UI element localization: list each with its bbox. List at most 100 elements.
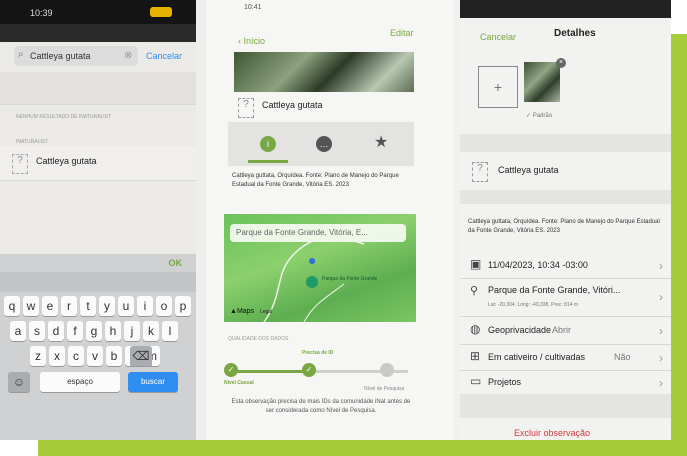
geoprivacy-row[interactable]: ◍ Geoprivacidade Abrir › [460, 316, 671, 345]
key-j[interactable]: j [124, 321, 140, 341]
keyboard: OK qwertyuiopasdfghjklzxcvbnm ☺ espaço b… [0, 254, 196, 440]
globe-icon: ◍ [470, 322, 481, 336]
date-row[interactable]: ▣ 11/04/2023, 10:34 -03:00 › [460, 252, 671, 279]
key-p[interactable]: p [175, 296, 191, 316]
list-item[interactable]: ? Cattleya gutata [0, 146, 196, 181]
photo-thumbnail[interactable] [524, 62, 560, 102]
battery-icon [150, 7, 172, 17]
quality-step-3-label: Nível de Pesquisa [364, 386, 405, 392]
default-photo-caption: ✓ Padrão [526, 113, 553, 119]
section-header: INATURALIST [16, 139, 49, 145]
cancel-button[interactable]: Cancelar [146, 51, 182, 61]
taxon-name: Cattleya gutata [498, 165, 559, 175]
key-f[interactable]: f [67, 321, 83, 341]
search-icon: ⌕ [18, 49, 24, 60]
status-bar [460, 0, 671, 18]
key-t[interactable]: t [80, 296, 96, 316]
active-tab-indicator [248, 160, 288, 163]
key-l[interactable]: l [162, 321, 178, 341]
info-tab-icon[interactable]: i [260, 136, 276, 152]
no-results-header: NENHUM RESULTADO DE INATURALIST [16, 114, 112, 120]
key-v[interactable]: v [87, 346, 103, 366]
location-row[interactable]: ⚲ Parque da Fonte Grande, Vitóri... Lat:… [460, 278, 671, 317]
key-b[interactable]: b [106, 346, 122, 366]
clear-icon[interactable]: ⊗ [124, 50, 132, 61]
chevron-right-icon: › [659, 290, 663, 304]
taxon-row[interactable]: ? Cattleya gutata [460, 152, 671, 191]
return-key[interactable]: buscar [128, 372, 178, 392]
edit-button[interactable]: Editar [390, 28, 414, 38]
key-q[interactable]: q [4, 296, 20, 316]
phone-observation-screen: 10:41 ‹ Início Editar ? Cattleya gutata … [206, 0, 454, 440]
unknown-taxon-icon: ? [12, 154, 28, 174]
search-input[interactable]: ⌕ Cattleya gutata ⊗ [14, 46, 138, 66]
maps-legal-link[interactable]: Legal [260, 309, 272, 315]
quality-step-1-label: Nível Casual [224, 380, 254, 386]
default-photo-caption-label: Padrão [532, 113, 553, 119]
key-z[interactable]: z [30, 346, 46, 366]
coords-value: Lat: -20,304, Long: -40,338, Prec: 814 m [488, 302, 579, 308]
key-o[interactable]: o [156, 296, 172, 316]
key-u[interactable]: u [118, 296, 134, 316]
pending-circle-icon [380, 363, 394, 377]
notes-field[interactable]: Cattleya guttata, Orquídea. Fonte: Plano… [468, 218, 662, 236]
map-pin-icon[interactable]: ● [308, 252, 316, 268]
observation-description: Cattleya guttata, Orquídea. Fonte: Plano… [232, 173, 399, 188]
add-photo-button[interactable]: + [478, 66, 518, 108]
photo-of-screens: 10:39 ⌕ Cattleya gutata ⊗ Cancelar NENHU… [0, 0, 671, 440]
search-value: Cattleya gutata [30, 51, 91, 61]
projects-row[interactable]: ▭ Projetos › [460, 370, 671, 395]
key-h[interactable]: h [105, 321, 121, 341]
remove-photo-icon[interactable]: × [556, 58, 566, 68]
quality-grade: Precisa de ID ✓ ✓ Nível Casual Nível de … [224, 348, 414, 396]
captive-row[interactable]: ⊞ Em cativeiro / cultivadas Não › [460, 344, 671, 371]
cancel-button[interactable]: Cancelar [480, 32, 516, 42]
back-button[interactable]: ‹ Início [238, 36, 265, 46]
delete-observation-button[interactable]: Excluir observação [514, 428, 590, 438]
favorites-tab-icon[interactable]: ★ [374, 132, 388, 152]
space-key[interactable]: espaço [40, 372, 120, 392]
key-x[interactable]: x [49, 346, 65, 366]
chevron-right-icon: › [659, 351, 663, 365]
map-pin-label: Parque da Fonte Grande [322, 276, 378, 282]
key-y[interactable]: y [99, 296, 115, 316]
unknown-taxon-icon: ? [472, 162, 488, 182]
captive-value: Não [614, 352, 631, 362]
quality-note: Esta observação precisa de mais IDs da c… [231, 399, 411, 414]
chevron-right-icon: › [659, 259, 663, 273]
observation-photo[interactable] [234, 52, 414, 92]
key-a[interactable]: a [10, 321, 26, 341]
calendar-icon: ▣ [470, 257, 482, 271]
key-d[interactable]: d [48, 321, 64, 341]
status-bar: 10:39 [0, 0, 196, 24]
back-label: Início [243, 36, 266, 46]
location-pin-icon: ⚲ [470, 285, 479, 297]
maps-brand-label: Maps [236, 308, 255, 315]
key-i[interactable]: i [137, 296, 153, 316]
geoprivacy-value: Abrir [552, 325, 572, 335]
quality-step-2-label: Precisa de ID [302, 350, 334, 356]
phone-details-screen: Cancelar Detalhes + × ✓ Padrão ? Cattley… [460, 0, 671, 440]
backspace-key[interactable]: ⌫ [130, 346, 152, 366]
location-marker-icon [306, 276, 318, 288]
taxon-name: Cattleya gutata [262, 100, 323, 110]
key-c[interactable]: c [68, 346, 84, 366]
keyboard-ok-button[interactable]: OK [169, 258, 183, 268]
maps-brand: ▲Maps [230, 308, 255, 315]
check-icon: ✓ [302, 363, 316, 377]
status-time: 10:39 [30, 8, 53, 18]
quality-header: QUALIDADE DOS DADOS [228, 336, 289, 342]
tab-bar: i … ★ [228, 122, 414, 166]
key-k[interactable]: k [143, 321, 159, 341]
result-name: Cattleya gutata [36, 156, 97, 166]
key-g[interactable]: g [86, 321, 102, 341]
chevron-right-icon: › [659, 324, 663, 338]
emoji-key[interactable]: ☺ [8, 372, 30, 392]
key-e[interactable]: e [42, 296, 58, 316]
key-w[interactable]: w [23, 296, 39, 316]
map-view[interactable]: Parque da Fonte Grande, Vitória, E... ● … [224, 214, 416, 322]
comments-tab-icon[interactable]: … [316, 136, 332, 152]
place-value: Parque da Fonte Grande, Vitóri... [488, 285, 621, 295]
key-r[interactable]: r [61, 296, 77, 316]
key-s[interactable]: s [29, 321, 45, 341]
